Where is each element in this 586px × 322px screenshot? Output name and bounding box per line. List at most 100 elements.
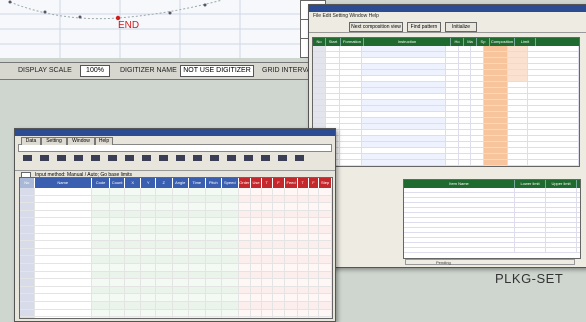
table-cell <box>261 218 273 225</box>
table-row[interactable] <box>20 263 332 272</box>
column-header[interactable]: F <box>272 178 286 188</box>
toolbar-icon-button[interactable] <box>293 154 306 168</box>
toolbar-icon-button[interactable] <box>208 154 221 168</box>
column-header[interactable]: Ho <box>451 38 464 46</box>
data-table[interactable]: No Name Code Count X Y Z Angle Time Pitch Speed Ord… <box>19 177 333 319</box>
table-cell <box>172 286 190 294</box>
table-cell <box>238 294 252 301</box>
column-header[interactable]: T <box>261 178 273 188</box>
initialize-button[interactable]: Initialize <box>445 22 477 32</box>
column-header[interactable]: Composition <box>490 38 515 46</box>
column-header[interactable]: Limit <box>515 38 536 46</box>
path-field[interactable] <box>18 144 332 152</box>
column-header[interactable]: Ma <box>464 38 477 46</box>
column-header[interactable]: Item Name <box>404 180 515 188</box>
table-row[interactable] <box>20 309 332 318</box>
column-header[interactable]: Instruction <box>364 38 451 46</box>
table-cell <box>20 294 35 301</box>
table-row[interactable] <box>20 241 332 249</box>
table-cell <box>110 286 125 294</box>
column-header[interactable]: No <box>20 178 35 188</box>
table-cell <box>238 301 252 309</box>
column-header[interactable]: Lower limit <box>515 180 546 188</box>
column-header[interactable]: Formation <box>341 38 364 46</box>
toolbar-icon-button[interactable] <box>89 154 102 168</box>
column-header[interactable]: Name <box>34 178 92 188</box>
tab-data[interactable]: Data <box>21 137 41 145</box>
column-header[interactable]: Pitch <box>205 178 223 188</box>
toolbar-icon-button[interactable] <box>55 154 68 168</box>
window-title-bar[interactable] <box>309 5 586 12</box>
display-scale-field[interactable]: 100% <box>80 65 110 77</box>
toolbar-icon-button[interactable] <box>259 154 272 168</box>
toolbar-icon-button[interactable] <box>123 154 136 168</box>
toolbar-icon-button[interactable] <box>276 154 289 168</box>
toolbar-icon-button[interactable] <box>72 154 85 168</box>
toolbar-icon-button[interactable] <box>174 154 187 168</box>
toolbar-icon-button[interactable] <box>106 154 119 168</box>
next-composition-button[interactable]: Next composition view <box>349 22 403 32</box>
column-header[interactable]: Sp <box>477 38 490 46</box>
table-row[interactable] <box>313 166 579 167</box>
column-header[interactable]: Angle <box>172 178 190 188</box>
table-row[interactable] <box>20 195 332 204</box>
column-header[interactable]: Z <box>155 178 173 188</box>
tool-icon <box>142 155 151 161</box>
table-row[interactable] <box>404 248 580 253</box>
table-row[interactable] <box>20 248 332 257</box>
menu-bar[interactable]: File Edit Setting Window Help <box>309 12 586 20</box>
column-header[interactable]: Upper limit <box>546 180 577 188</box>
table-row[interactable] <box>20 210 332 219</box>
column-header[interactable]: Feed <box>285 178 298 188</box>
table-row[interactable] <box>20 233 332 242</box>
table-row[interactable] <box>20 279 332 287</box>
table-cell <box>238 188 252 195</box>
table-row[interactable] <box>20 256 332 264</box>
formation-table[interactable]: No Start Formation Instruction Ho Ma Sp Composi… <box>312 37 580 167</box>
table-cell <box>272 294 286 301</box>
column-header[interactable]: Order <box>238 178 252 188</box>
column-header[interactable]: Time <box>189 178 206 188</box>
column-header[interactable]: Use <box>251 178 262 188</box>
toolbar-icon-button[interactable] <box>157 154 170 168</box>
find-pattern-button[interactable]: Find pattern <box>407 22 441 32</box>
column-header[interactable]: F <box>308 178 320 188</box>
column-header[interactable]: Code <box>91 178 111 188</box>
plot-canvas[interactable]: END <box>0 0 301 58</box>
table-cell <box>155 279 173 286</box>
tab-setting[interactable]: Setting <box>41 137 67 145</box>
tab-window[interactable]: Window <box>67 137 95 145</box>
toolbar-icon-button[interactable] <box>225 154 238 168</box>
table-row[interactable] <box>20 203 332 211</box>
table-row[interactable] <box>20 294 332 302</box>
table-row[interactable] <box>20 286 332 295</box>
table-row[interactable] <box>20 301 332 310</box>
column-header[interactable]: No <box>313 38 326 46</box>
table-row[interactable] <box>20 188 332 196</box>
column-header[interactable]: T <box>297 178 309 188</box>
limits-table[interactable]: Item Name Lower limit Upper limit <box>403 179 581 259</box>
digitizer-name-field[interactable]: NOT USE DIGITIZER <box>180 65 254 77</box>
toolbar-icon-button[interactable] <box>242 154 255 168</box>
column-header[interactable]: Count <box>110 178 125 188</box>
column-header[interactable]: Start <box>326 38 341 46</box>
column-header[interactable]: Y <box>141 178 156 188</box>
table-row[interactable] <box>20 317 332 318</box>
window-title-bar[interactable] <box>15 129 335 136</box>
table-cell <box>528 88 579 93</box>
toolbar-icon-button[interactable] <box>140 154 153 168</box>
toolbar-icon-button[interactable] <box>21 154 34 168</box>
table-row[interactable] <box>20 218 332 226</box>
table-cell <box>308 271 320 279</box>
column-header[interactable]: Step <box>319 178 332 188</box>
table-row[interactable] <box>20 225 332 234</box>
column-header[interactable]: Speed <box>222 178 239 188</box>
table-cell <box>483 130 508 135</box>
column-header[interactable]: X <box>124 178 142 188</box>
table-row[interactable] <box>20 271 332 280</box>
tab-help[interactable]: Help <box>95 137 113 145</box>
toolbar-icon-button[interactable] <box>191 154 204 168</box>
table-cell <box>91 317 111 318</box>
table-cell <box>285 263 298 271</box>
toolbar-icon-button[interactable] <box>38 154 51 168</box>
